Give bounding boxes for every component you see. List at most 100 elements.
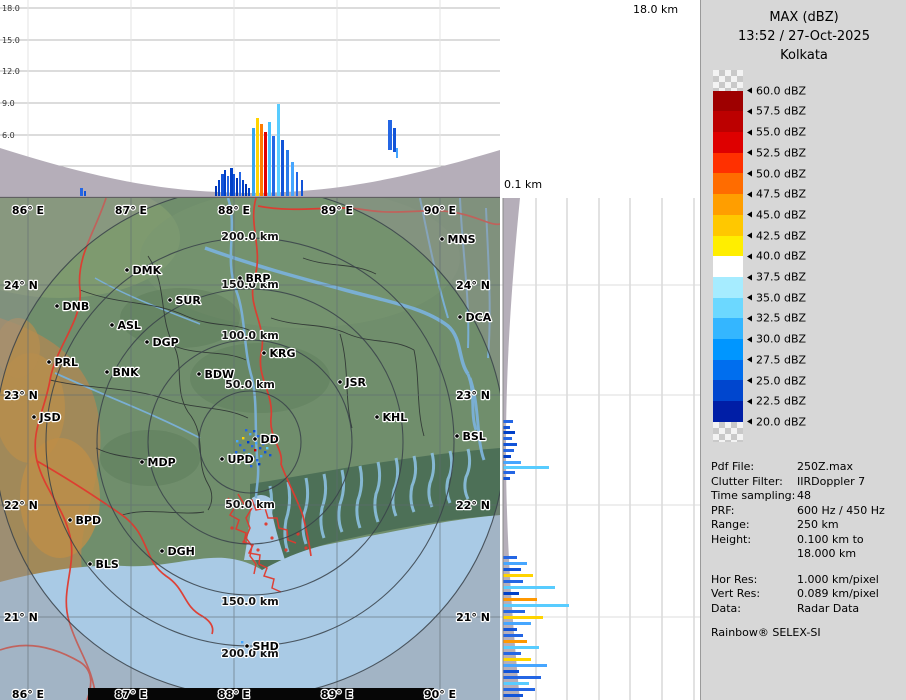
- info-key: Clutter Filter:: [711, 475, 797, 490]
- echo-bar: [227, 176, 229, 196]
- city-marker-dot: [338, 380, 342, 384]
- info-key: PRF:: [711, 504, 797, 519]
- echo-bar: [503, 431, 515, 434]
- echo-bar: [503, 622, 531, 625]
- city-label: DGH: [168, 545, 195, 558]
- echo-bar: [224, 170, 226, 196]
- info-row: Clutter Filter:IIRDoppler 7: [711, 475, 899, 490]
- echo-bar: [503, 676, 541, 679]
- info-value: Radar Data: [797, 602, 899, 617]
- echo-dot: [266, 447, 268, 449]
- echo-bar: [503, 471, 515, 474]
- echo-bar: [503, 646, 539, 649]
- city-marker-dot: [110, 323, 114, 327]
- legend-value-label: 32.5 dBZ: [747, 312, 806, 325]
- echo-bar: [503, 628, 517, 631]
- echo-bar: [252, 128, 255, 196]
- city-label: DCA: [466, 311, 492, 324]
- city-marker-dot: [55, 304, 59, 308]
- city-marker-dot: [68, 518, 72, 522]
- echo-bar: [503, 580, 523, 583]
- city-label: BLS: [96, 558, 119, 571]
- city-label: BPD: [76, 514, 102, 527]
- info-row: Range:250 km: [711, 518, 899, 533]
- side-height-profile-panel: [500, 198, 700, 700]
- echo-bar: [503, 443, 517, 446]
- echo-bar: [260, 124, 263, 196]
- legend-tick-arrow-icon: [747, 419, 752, 425]
- legend-value-label: 22.5 dBZ: [747, 395, 806, 408]
- legend-tick-arrow-icon: [747, 315, 752, 321]
- city-label: DGP: [153, 336, 179, 349]
- longitude-label: 87° E: [115, 204, 147, 217]
- echo-bar: [503, 634, 523, 637]
- echo-dot: [260, 455, 262, 457]
- legend-value-label: 30.0 dBZ: [747, 333, 806, 346]
- echo-bar: [503, 437, 512, 440]
- info-key: Hor Res:: [711, 573, 797, 588]
- legend-tick-arrow-icon: [747, 357, 752, 363]
- echo-dot: [243, 449, 245, 451]
- legend-tick-arrow-icon: [747, 108, 752, 114]
- legend-value-label: 40.0 dBZ: [747, 250, 806, 263]
- echo-dot: [259, 447, 261, 449]
- echo-bar: [503, 652, 521, 655]
- legend-value-label: 47.5 dBZ: [747, 188, 806, 201]
- city-label: DD: [261, 433, 279, 446]
- legend-value-label: 60.0 dBZ: [747, 84, 806, 97]
- legend-value-text: 52.5 dBZ: [756, 146, 806, 159]
- echo-dot: [269, 454, 271, 456]
- echo-dot: [255, 442, 257, 444]
- info-value: IIRDoppler 7: [797, 475, 899, 490]
- echo-bar: [388, 120, 392, 150]
- echo-dot: [253, 430, 255, 432]
- legend-tick-arrow-icon: [747, 398, 752, 404]
- echo-bar: [503, 449, 514, 452]
- radar-map-panel: 86° E86° E87° E87° E88° E88° E89° E89° E…: [0, 198, 500, 700]
- echo-dot: [256, 459, 258, 461]
- echo-bar: [291, 162, 294, 196]
- legend-value-text: 60.0 dBZ: [756, 84, 806, 97]
- echo-bar: [503, 426, 510, 429]
- city-marker-dot: [145, 340, 149, 344]
- echo-dot: [258, 463, 260, 465]
- echo-bar: [242, 180, 244, 196]
- echo-bar: [301, 180, 303, 196]
- echo-bar: [272, 136, 275, 196]
- latitude-label: 23° N: [4, 389, 38, 402]
- legend-tick-arrow-icon: [747, 191, 752, 197]
- echo-bar: [84, 191, 86, 196]
- echo-bar: [503, 466, 549, 469]
- height-tick-label: 18.0: [2, 4, 20, 13]
- city-label: UPD: [228, 453, 254, 466]
- echo-bar: [503, 604, 569, 607]
- city-marker-dot: [238, 276, 242, 280]
- legend-value-text: 30.0 dBZ: [756, 333, 806, 346]
- legend-tick-arrow-icon: [747, 378, 752, 384]
- legend-value-text: 20.0 dBZ: [756, 415, 806, 428]
- legend-tick-arrow-icon: [747, 274, 752, 280]
- side-profile-plot: [500, 198, 700, 700]
- city-marker-dot: [125, 268, 129, 272]
- city-label: DNB: [63, 300, 90, 313]
- info-value: 48: [797, 489, 899, 504]
- latitude-label: 23° N: [456, 389, 490, 402]
- top-height-profile-panel: 18.015.012.09.06.0: [0, 0, 500, 198]
- city-marker-dot: [455, 434, 459, 438]
- echo-dot: [254, 449, 256, 451]
- city-marker-dot: [105, 370, 109, 374]
- echo-bar: [503, 420, 513, 423]
- city-marker-dot: [168, 298, 172, 302]
- legend-value-label: 27.5 dBZ: [747, 353, 806, 366]
- info-row: Pdf File:250Z.max: [711, 460, 899, 475]
- legend-value-text: 22.5 dBZ: [756, 395, 806, 408]
- echo-bar: [80, 188, 83, 196]
- city-label: DMK: [133, 264, 162, 277]
- echo-bar: [236, 178, 238, 196]
- city-marker-dot: [458, 315, 462, 319]
- city-marker-dot: [140, 460, 144, 464]
- legend-value-label: 35.0 dBZ: [747, 291, 806, 304]
- legend-title-block: MAX (dBZ) 13:52 / 27-Oct-2025 Kolkata: [701, 8, 906, 65]
- info-key: Height:: [711, 533, 797, 562]
- legend-value-label: 45.0 dBZ: [747, 208, 806, 221]
